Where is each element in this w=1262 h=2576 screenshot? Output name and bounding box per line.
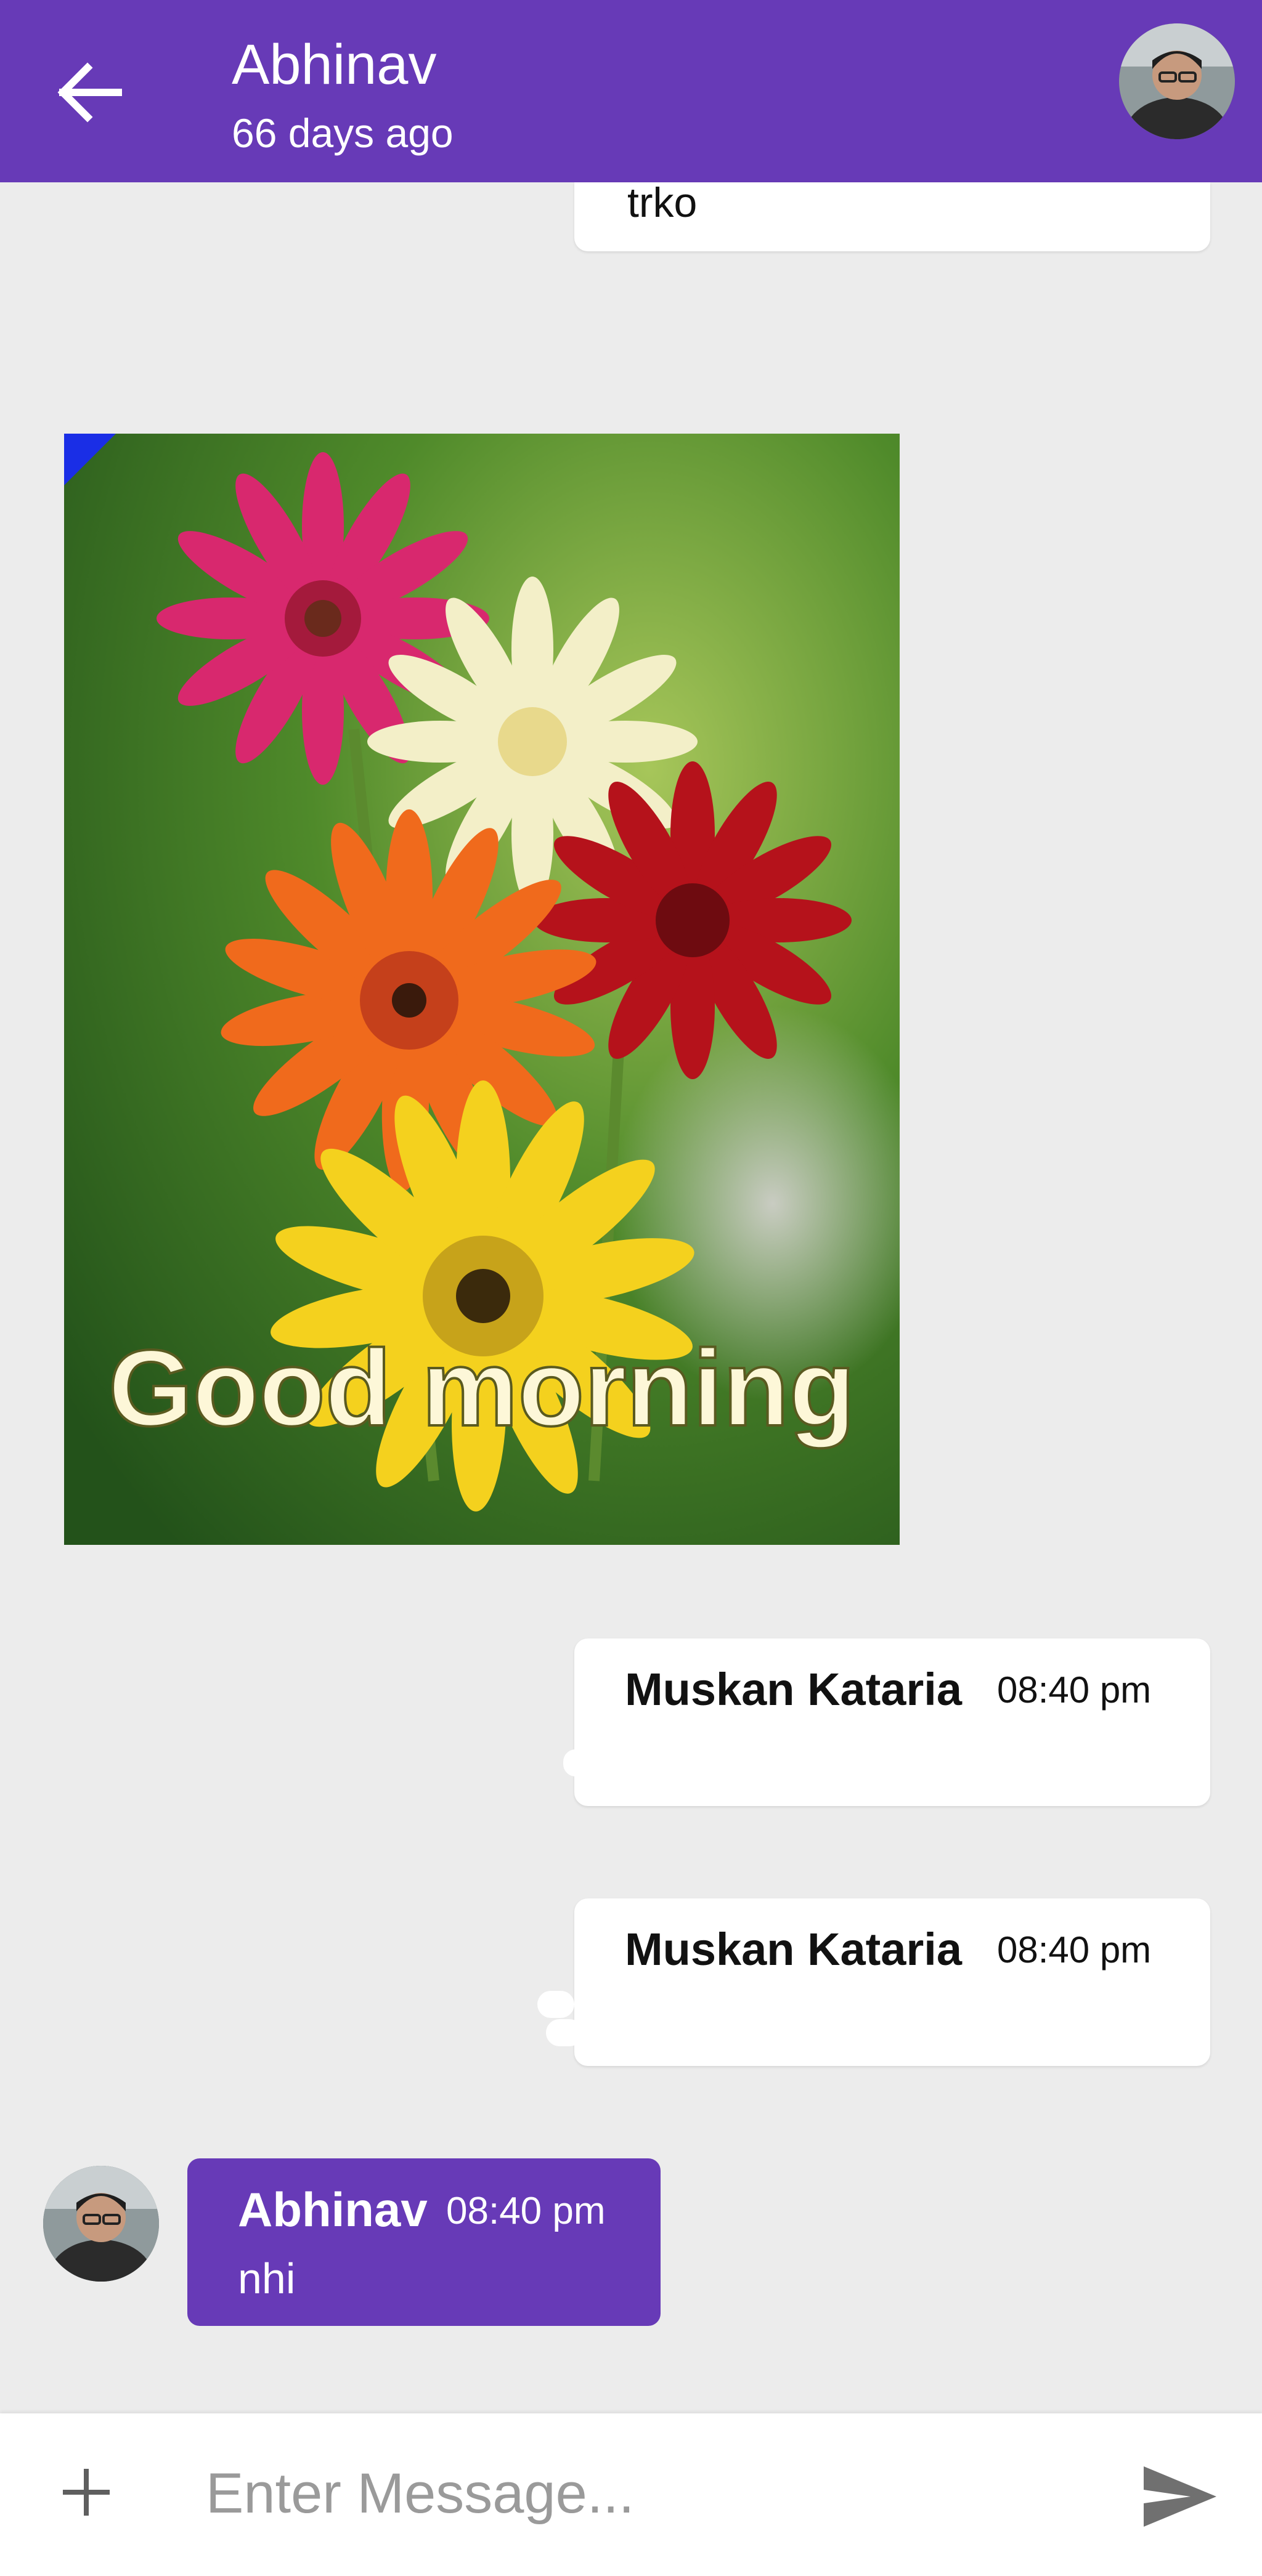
message-input[interactable] — [205, 2453, 1082, 2534]
message-time: 08:40 pm — [997, 1929, 1152, 1970]
image-corner-marker — [64, 434, 116, 485]
image-caption: Good morning — [108, 1328, 855, 1449]
message-composer — [0, 2413, 1262, 2576]
sender-name: Abhinav — [238, 2182, 428, 2237]
message-text: nhi — [238, 2254, 296, 2303]
message-time: 08:40 pm — [446, 2190, 606, 2232]
contact-name[interactable]: Abhinav — [232, 31, 436, 99]
message-text: trko — [627, 179, 698, 226]
message-bubble-sent[interactable]: Muskan Kataria 08:40 pm — [563, 1638, 1210, 1806]
message-image[interactable]: Good morning — [64, 434, 900, 1545]
sender-name: Muskan Kataria — [625, 1924, 962, 1975]
last-seen-status: 66 days ago — [232, 110, 454, 156]
bubble-tail — [537, 1991, 574, 2018]
send-icon[interactable] — [1141, 2464, 1219, 2529]
message-bubble-received[interactable]: Abhinav 08:40 pm nhi — [187, 2158, 661, 2326]
chat-header: Abhinav 66 days ago — [0, 0, 1262, 182]
bubble-tail — [546, 2019, 583, 2046]
message-bubble-sent[interactable]: trko — [574, 179, 1210, 251]
contact-avatar[interactable] — [1119, 23, 1235, 139]
plus-icon[interactable] — [59, 2465, 113, 2519]
sender-avatar[interactable] — [43, 2166, 159, 2282]
bubble-tail — [563, 1749, 588, 1776]
message-bubble-sent[interactable]: Muskan Kataria 08:40 pm — [537, 1898, 1210, 2066]
arrow-back-icon[interactable] — [54, 62, 123, 123]
message-time: 08:40 pm — [997, 1669, 1152, 1711]
sender-name: Muskan Kataria — [625, 1664, 962, 1715]
